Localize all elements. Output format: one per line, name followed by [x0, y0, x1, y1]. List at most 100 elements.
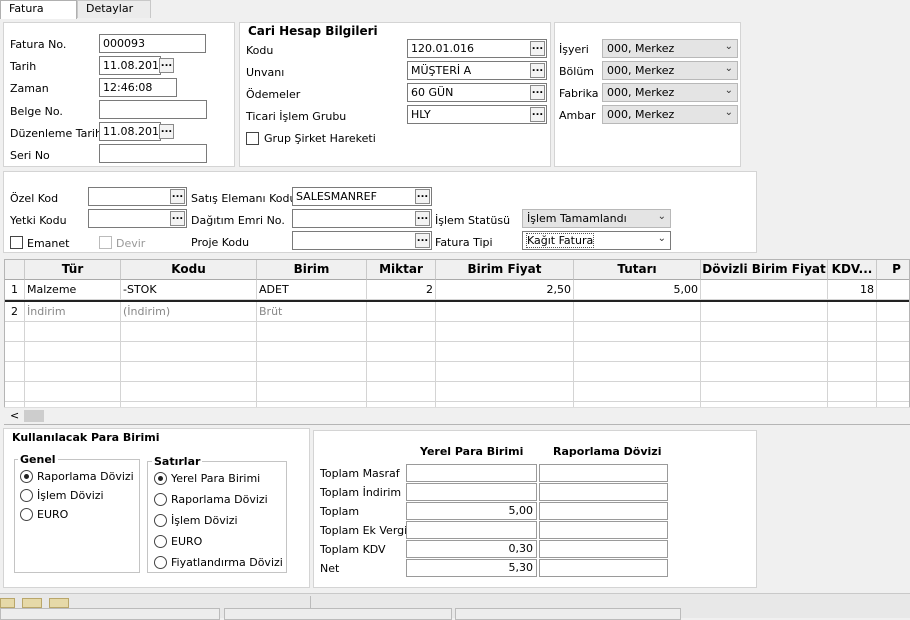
bolum-label: Bölüm — [559, 65, 595, 78]
genel-raporlama-radio[interactable] — [20, 470, 33, 483]
satirlar-raporlama-radio[interactable] — [154, 493, 167, 506]
grid-header-p[interactable]: P — [877, 260, 909, 280]
totals-label: Toplam KDV — [320, 543, 386, 556]
seri-no-field[interactable] — [99, 144, 207, 163]
fatura-no-field[interactable]: 000093 — [99, 34, 206, 53]
satirlar-fiyat-radio[interactable] — [154, 556, 167, 569]
fabrika-select[interactable]: 000, Merkez ⌄ — [602, 83, 738, 102]
islem-statusu-select[interactable]: İşlem Tamamlandı ⌄ — [522, 209, 671, 228]
grid-header-birim-fiyat[interactable]: Birim Fiyat — [436, 260, 574, 280]
grid-header-tutari[interactable]: Tutarı — [574, 260, 701, 280]
tarih-lookup-button[interactable]: ... — [159, 58, 174, 73]
toplam-masraf-report — [539, 464, 668, 482]
totals-label: Toplam — [320, 505, 360, 518]
satirlar-islem-radio[interactable] — [154, 514, 167, 527]
duzenleme-tarihi-lookup-button[interactable]: ... — [159, 124, 174, 139]
satirlar-yerel-radio[interactable] — [154, 472, 167, 485]
grid-cell-birim[interactable]: ADET — [257, 280, 367, 300]
devir-checkbox[interactable] — [99, 236, 112, 249]
grup-sirket-checkbox[interactable] — [246, 132, 259, 145]
cari-kodu-lookup-button[interactable]: ... — [530, 41, 545, 56]
grid-header-dovizli-birim-fiyat[interactable]: Dövizli Birim Fiyat — [701, 260, 828, 280]
tab-detaylar[interactable]: Detaylar — [77, 0, 151, 18]
scroll-left-button[interactable]: < — [10, 409, 19, 422]
toolbar-divider — [310, 596, 311, 608]
grid-header-kdv[interactable]: KDV... — [828, 260, 877, 280]
chevron-down-icon: ⌄ — [657, 233, 666, 244]
fatura-tipi-select[interactable]: Kağıt Fatura ⌄ — [522, 231, 671, 250]
grid-cell-kodu[interactable]: (İndirim) — [121, 302, 257, 322]
nav-next-icon[interactable] — [49, 598, 69, 608]
nav-first-icon[interactable] — [0, 598, 15, 608]
grid-cell-miktar[interactable]: 2 — [367, 280, 436, 300]
grid-cell-p[interactable] — [877, 280, 909, 300]
grid-cell-tur[interactable]: İndirim — [25, 302, 121, 322]
chevron-down-icon: ⌄ — [724, 63, 733, 74]
grid-cell-tutari[interactable]: 5,00 — [574, 280, 701, 300]
satirlar-option-label: Yerel Para Birimi — [171, 472, 261, 485]
ambar-select[interactable]: 000, Merkez ⌄ — [602, 105, 738, 124]
satirlar-euro-radio[interactable] — [154, 535, 167, 548]
unvani-field[interactable]: MÜŞTERİ A — [407, 61, 547, 80]
proje-kodu-field[interactable] — [292, 231, 432, 250]
dagitim-emri-field[interactable] — [292, 209, 432, 228]
empty-grid-rows[interactable] — [5, 322, 909, 408]
grid-cell-miktar[interactable] — [367, 302, 436, 322]
duzenleme-tarihi-field[interactable]: 11.08.2017 — [99, 122, 161, 141]
satirlar-option-label: İşlem Dövizi — [171, 514, 238, 527]
grid-header-rownum — [5, 260, 25, 280]
grid-header-miktar[interactable]: Miktar — [367, 260, 436, 280]
grid-horizontal-scrollbar[interactable]: < — [4, 407, 910, 424]
grid-cell-tutari[interactable] — [574, 302, 701, 322]
ozel-kod-lookup-button[interactable]: ... — [170, 189, 185, 204]
nav-prev-icon[interactable] — [22, 598, 42, 608]
emanet-checkbox[interactable] — [10, 236, 23, 249]
ozel-kod-label: Özel Kod — [10, 192, 59, 205]
ticari-islem-grubu-label: Ticari İşlem Grubu — [246, 110, 347, 123]
grid-cell-birim-fiyat[interactable]: 2,50 — [436, 280, 574, 300]
genel-islem-radio[interactable] — [20, 489, 33, 502]
toplam-masraf-local — [406, 464, 537, 482]
yetki-kodu-lookup-button[interactable]: ... — [170, 211, 185, 226]
grid-cell-kdv[interactable] — [828, 302, 877, 322]
belge-no-field[interactable] — [99, 100, 207, 119]
ticari-islem-grubu-lookup-button[interactable]: ... — [530, 107, 545, 122]
grid-header-kodu[interactable]: Kodu — [121, 260, 257, 280]
grid-cell-p[interactable] — [877, 302, 909, 322]
totals-panel: Yerel Para Birimi Raporlama Dövizi Topla… — [313, 430, 757, 588]
isyeri-select[interactable]: 000, Merkez ⌄ — [602, 39, 738, 58]
status-panel-middle — [224, 608, 452, 620]
tab-fatura[interactable]: Fatura — [0, 0, 77, 19]
cari-kodu-field[interactable]: 120.01.016 — [407, 39, 547, 58]
dagitim-emri-lookup-button[interactable]: ... — [415, 211, 430, 226]
grid-cell-birim-fiyat[interactable] — [436, 302, 574, 322]
satis-elemani-field[interactable]: SALESMANREF — [292, 187, 432, 206]
proje-kodu-lookup-button[interactable]: ... — [415, 233, 430, 248]
toplam-indirim-local — [406, 483, 537, 501]
net-local: 5,30 — [406, 559, 537, 577]
extra-info-panel: Özel Kod ... Yetki Kodu ... Emanet Devir… — [3, 171, 757, 253]
odemeler-field[interactable]: 60 GÜN — [407, 83, 547, 102]
satirlar-title: Satırlar — [152, 455, 203, 468]
grid-cell-kodu[interactable]: -STOK — [121, 280, 257, 300]
genel-option-label: Raporlama Dövizi — [37, 470, 134, 483]
tarih-field[interactable]: 11.08.2017 — [99, 56, 161, 75]
satis-elemani-lookup-button[interactable]: ... — [415, 189, 430, 204]
ticari-islem-grubu-field[interactable]: HLY — [407, 105, 547, 124]
zaman-field[interactable]: 12:46:08 — [99, 78, 177, 97]
bolum-select[interactable]: 000, Merkez ⌄ — [602, 61, 738, 80]
grid-cell-tur[interactable]: Malzeme — [25, 280, 121, 300]
grid-cell-birim[interactable]: Brüt — [257, 302, 367, 322]
grid-cell-kdv[interactable]: 18 — [828, 280, 877, 300]
grid-cell-dovizli-birim-fiyat[interactable] — [701, 302, 828, 322]
scroll-thumb[interactable] — [24, 410, 44, 422]
dagitim-emri-label: Dağıtım Emri No. — [191, 214, 285, 227]
table-row: 2 — [5, 302, 25, 322]
tarih-label: Tarih — [10, 60, 37, 73]
grid-cell-dovizli-birim-fiyat[interactable] — [701, 280, 828, 300]
genel-euro-radio[interactable] — [20, 508, 33, 521]
unvani-lookup-button[interactable]: ... — [530, 63, 545, 78]
odemeler-lookup-button[interactable]: ... — [530, 85, 545, 100]
grid-header-birim[interactable]: Birim — [257, 260, 367, 280]
grid-header-tur[interactable]: Tür — [25, 260, 121, 280]
